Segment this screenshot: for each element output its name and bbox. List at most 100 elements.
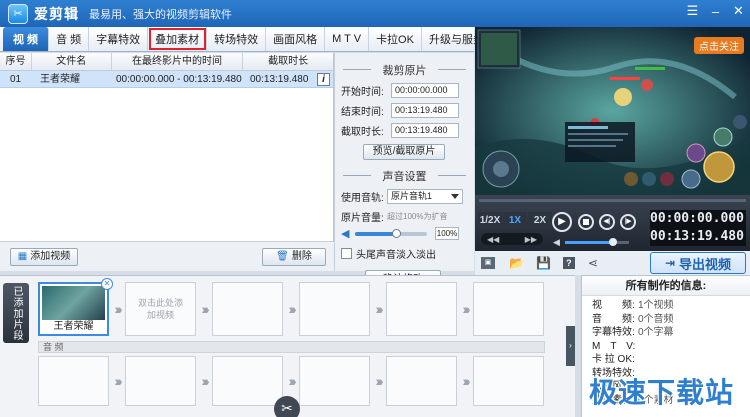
timeline: 已添加片段 王者荣耀 ✕ ››› 双击此处添加视频 ››› ››› ››› ››… (0, 275, 575, 417)
row-duration: 00:13:19.480 (250, 73, 309, 85)
prev-frame-icon[interactable]: ◀| (599, 214, 615, 230)
empty-slot[interactable] (212, 282, 283, 336)
tab-audio[interactable]: 音 频 (49, 27, 90, 51)
list-header: 序号 文件名 在最终影片中的时间 截取时长 (0, 53, 333, 71)
col-filename[interactable]: 文件名 (32, 53, 112, 71)
speed-normal-button[interactable]: 1X (503, 212, 527, 229)
progress-bar[interactable] (479, 199, 746, 202)
end-time-label: 结束时间: (341, 107, 384, 118)
clip-section-title: 裁剪原片 (335, 62, 474, 78)
tab-karaoke[interactable]: 卡拉OK (369, 27, 422, 51)
tab-video[interactable]: 视 频 (3, 27, 50, 51)
fade-checkbox[interactable] (341, 248, 352, 259)
audio-section-title: 声音设置 (335, 168, 474, 184)
video-preview[interactable]: 点击关注 (475, 27, 750, 195)
info-row-subtitles: 字幕特效: 0个字幕 (592, 327, 674, 338)
end-time-input[interactable]: 00:13:19.480 (391, 103, 459, 118)
help-icon[interactable]: ? (562, 257, 575, 269)
fullscreen-icon[interactable]: ▣ (481, 257, 495, 269)
player-controls: 1/2X 1X 2X ◀◀ ▶▶ ▶ ◀| |▶ ◀ 00:00:00.000 0… (475, 195, 750, 251)
volume-icon: ◀ (553, 237, 560, 247)
col-index[interactable]: 序号 (0, 53, 32, 71)
player-volume-slider[interactable] (565, 238, 629, 246)
empty-slot[interactable] (38, 356, 109, 406)
clip-thumbnail[interactable]: 王者荣耀 ✕ (38, 278, 113, 336)
remove-clip-icon[interactable]: ✕ (101, 278, 113, 290)
app-logo-icon: ✂ (8, 3, 28, 24)
frame-step-control[interactable]: ◀◀ ▶▶ (481, 233, 543, 245)
folder-icon[interactable]: 📂 (509, 256, 524, 270)
add-clip-slot[interactable]: 双击此处添加视频 (125, 282, 196, 336)
info-icon[interactable]: i (317, 72, 330, 86)
arrow-icon: ››› (462, 301, 471, 317)
start-time-input[interactable]: 00:00:00.000 (391, 83, 459, 98)
tab-transition-effects[interactable]: 转场特效 (207, 27, 267, 51)
audio-track-select[interactable]: 原片音轨1 (387, 189, 463, 204)
speed-double-button[interactable]: 2X (528, 212, 552, 229)
tab-subtitle-effects[interactable]: 字幕特效 (89, 27, 149, 51)
empty-slot[interactable] (386, 282, 457, 336)
play-icon[interactable]: ▶ (552, 212, 572, 232)
volume-percent[interactable]: 100% (435, 227, 459, 240)
add-video-button[interactable]: ▦ 添加视频 (10, 248, 78, 266)
stop-icon[interactable] (578, 214, 594, 230)
empty-slot[interactable] (212, 356, 283, 406)
clip-thumbnail-image (42, 286, 105, 320)
volume-label: 原片音量: (341, 213, 384, 224)
list-actions: ▦ 添加视频 🗑 删除 (0, 241, 334, 271)
export-icon: ⇥ (664, 256, 676, 270)
menu-icon[interactable]: ☰ (681, 0, 704, 22)
tab-overlay-material[interactable]: 叠加素材 (148, 27, 208, 51)
save-icon[interactable]: 💾 (536, 256, 551, 270)
empty-slot[interactable] (386, 356, 457, 406)
info-row-karaoke: 卡 拉 OK: (592, 354, 635, 365)
arrow-icon: ››› (288, 301, 297, 317)
info-row-audio: 音 频: 0个音频 (592, 313, 674, 325)
table-row[interactable]: 01 王者荣耀 00:00:00.000 - 00:13:19.480 00:1… (0, 71, 333, 88)
export-video-button[interactable]: ⇥ 导出视频 (650, 252, 746, 274)
video-track: 王者荣耀 ✕ ››› 双击此处添加视频 ››› ››› ››› ››› (38, 278, 544, 336)
empty-slot[interactable] (125, 356, 196, 406)
volume-slider[interactable] (355, 228, 427, 238)
info-title: 所有制作的信息: (582, 276, 750, 296)
empty-slot[interactable] (473, 356, 544, 406)
empty-slot[interactable] (473, 282, 544, 336)
col-final-time[interactable]: 在最终影片中的时间 (112, 53, 244, 71)
app-name: 爱剪辑 (34, 5, 79, 22)
speed-half-button[interactable]: 1/2X (478, 212, 502, 229)
row-filename: 王者荣耀 (40, 73, 80, 85)
preview-toolbar: ▣ 📂 💾 ? ⋖ ⇥ 导出视频 (475, 251, 750, 275)
col-duration[interactable]: 截取时长 (243, 53, 333, 71)
audio-track-header: 音 频 (38, 341, 545, 353)
arrow-icon: ››› (375, 373, 384, 389)
minimize-icon[interactable]: – (704, 0, 727, 22)
info-row-mtv: M T V: (592, 340, 636, 352)
step-back-icon[interactable]: ◀◀ (487, 235, 499, 244)
arrow-icon: ››› (114, 301, 123, 317)
preview-clip-button[interactable]: 预览/截取原片 (363, 144, 445, 160)
clip-duration-input[interactable]: 00:13:19.480 (391, 123, 459, 138)
audio-track-label: 使用音轨: (341, 193, 384, 204)
next-frame-icon[interactable]: |▶ (620, 214, 636, 230)
arrow-icon: ››› (288, 373, 297, 389)
collapse-panel-icon[interactable]: › (566, 326, 575, 366)
arrow-icon: ››› (114, 373, 123, 389)
share-icon[interactable]: ⋖ (588, 256, 598, 270)
tab-mtv[interactable]: M T V (325, 27, 370, 51)
clip-list: 序号 文件名 在最终影片中的时间 截取时长 01 王者荣耀 00:00:00.0… (0, 53, 334, 241)
step-forward-icon[interactable]: ▶▶ (525, 235, 537, 244)
fade-label: 头尾声音淡入淡出 (356, 250, 436, 261)
scissors-icon[interactable]: ✂ (274, 396, 300, 417)
start-time-label: 开始时间: (341, 87, 384, 98)
row-final-time: 00:00:00.000 - 00:13:19.480 (116, 73, 242, 85)
empty-slot[interactable] (299, 282, 370, 336)
close-icon[interactable]: ✕ (727, 0, 750, 22)
app-slogan: 最易用、强大的视频剪辑软件 (89, 8, 232, 21)
production-info-panel: 所有制作的信息: 视 频: 1个视频 音 频: 0个音频 字幕特效: 0个字幕 M T… (581, 275, 750, 417)
arrow-icon: ››› (201, 373, 210, 389)
delete-button[interactable]: 🗑 删除 (262, 248, 326, 266)
arrow-icon: ››› (375, 301, 384, 317)
empty-slot[interactable] (299, 356, 370, 406)
tab-picture-style[interactable]: 画面风格 (266, 27, 326, 51)
row-index: 01 (10, 73, 22, 85)
